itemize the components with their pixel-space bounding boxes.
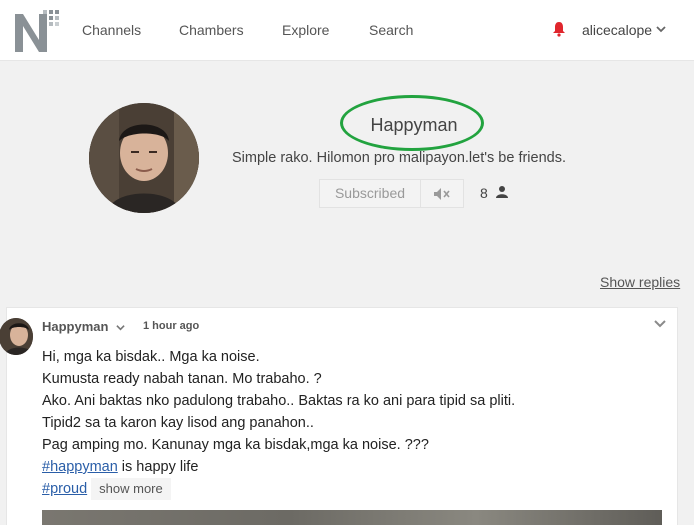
show-replies-toggle[interactable]: Show replies [600, 274, 680, 290]
channel-name: Happyman [370, 115, 458, 135]
subscriber-count: 8 [480, 185, 488, 201]
post-author-name[interactable]: Happyman [42, 319, 108, 334]
post-text-line: #proud show more [42, 478, 515, 500]
post-text-line: Pag amping mo. Kanunay mga ka bisdak,mga… [42, 437, 429, 453]
post-body: Hi, mga ka bisdak.. Mga ka noise. Kumust… [42, 346, 515, 500]
post-timestamp[interactable]: 1 hour ago [143, 320, 199, 332]
channel-avatar[interactable] [89, 103, 199, 213]
subscribers-icon [496, 186, 508, 198]
post-text-line: Hi, mga ka bisdak.. Mga ka noise. [42, 349, 260, 365]
post-text-line: Kumusta ready nabah tanan. Mo trabaho. ? [42, 371, 322, 387]
mute-icon [434, 188, 450, 200]
post-media-image[interactable] [42, 510, 662, 525]
nav-explore[interactable]: Explore [282, 22, 329, 38]
hashtag-link[interactable]: #proud [42, 481, 87, 497]
post-card: Happyman 1 hour ago Hi, mga ka bisdak.. … [0, 307, 678, 525]
post-menu-chevron-icon[interactable] [654, 319, 666, 328]
mute-button[interactable] [420, 179, 464, 208]
hashtag-link[interactable]: #happyman [42, 459, 118, 475]
post-text-line: #happyman is happy life [42, 456, 515, 478]
top-nav-bar: Channels Chambers Explore Search aliceca… [0, 0, 694, 61]
chevron-down-icon[interactable] [656, 24, 666, 34]
subscribed-button[interactable]: Subscribed [319, 179, 421, 208]
post-text: is happy life [117, 459, 199, 475]
show-more-button[interactable]: show more [91, 478, 171, 500]
nav-search[interactable]: Search [369, 22, 413, 38]
chevron-down-icon[interactable] [116, 323, 125, 332]
post-author-avatar[interactable] [0, 318, 33, 355]
minds-logo-icon[interactable] [13, 6, 63, 54]
post-text-line: Ako. Ani baktas nko padulong trabaho.. B… [42, 393, 516, 409]
nav-chambers[interactable]: Chambers [179, 22, 244, 38]
nav-channels[interactable]: Channels [82, 22, 141, 38]
post-text-line: Tipid2 sa ta karon kay lisod ang panahon… [42, 415, 314, 431]
notification-bell-icon[interactable] [552, 21, 566, 37]
channel-bio: Simple rako. Hilomon pro malipayon.let's… [232, 150, 567, 166]
user-menu-name[interactable]: alicecalope [582, 22, 652, 38]
